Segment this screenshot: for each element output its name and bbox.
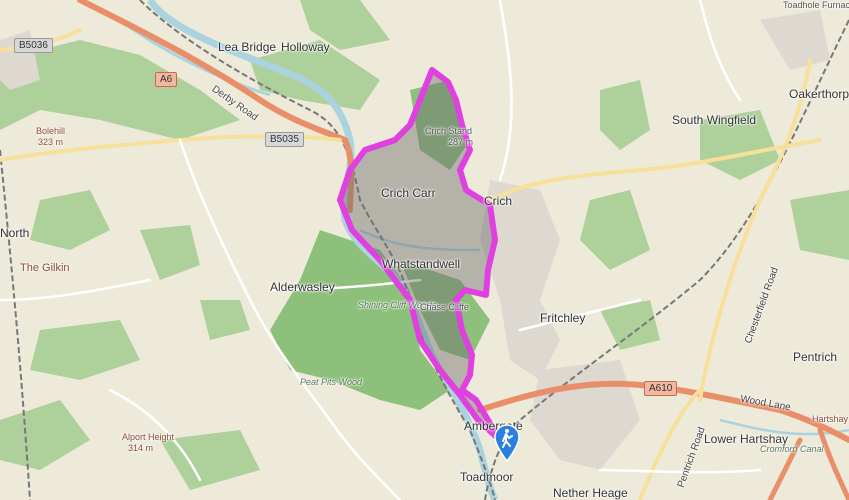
poi-the-gilkin: The Gilkin [20, 262, 70, 274]
place-toadhole-furnace: Toadhole Furnace [783, 0, 849, 10]
b5036-shield: B5036 [14, 38, 53, 53]
poi-crich-stand-height: 287 m [448, 137, 474, 147]
place-crich: Crich [484, 194, 513, 208]
place-fritchley: Fritchley [540, 311, 586, 325]
a610-shield: A610 [644, 381, 678, 396]
map-view[interactable]: B5036 A6 B5035 A610 Lea Bridge Holloway … [0, 0, 849, 500]
poi-crich-stand: Crich Stand [425, 126, 473, 136]
route-start-marker[interactable] [493, 424, 521, 462]
wood-peat-pits: Peat Pits Wood [300, 377, 363, 387]
a6-shield: A6 [155, 72, 178, 87]
place-whatstandwell: Whatstandwell [382, 257, 461, 271]
place-chase-cliffe: Chase Cliffe [420, 302, 469, 312]
place-lea-bridge: Lea Bridge [218, 40, 277, 54]
map-base [0, 0, 849, 500]
canal-cromford: Cromford Canal [760, 444, 824, 454]
peak-alport-height: Alport Height [122, 432, 175, 442]
place-holloway: Holloway [281, 40, 330, 54]
place-hartshay: Hartshay [812, 414, 849, 424]
place-south-wingfield: South Wingfield [672, 113, 757, 127]
b5035-shield: B5035 [265, 132, 304, 147]
peak-alport-height-m: 314 m [128, 443, 154, 453]
place-toadmoor: Toadmoor [460, 470, 514, 484]
peak-bolehill: Bolehill [36, 126, 66, 136]
place-alderwasley: Alderwasley [270, 280, 335, 294]
place-nether-heage: Nether Heage [553, 486, 628, 500]
place-oakerthorpe: Oakerthorpe [789, 87, 849, 101]
hiker-icon [494, 424, 520, 462]
place-north: North [0, 226, 30, 240]
place-pentrich: Pentrich [793, 350, 838, 364]
peak-bolehill-height: 323 m [38, 137, 64, 147]
place-crich-carr: Crich Carr [381, 186, 436, 200]
